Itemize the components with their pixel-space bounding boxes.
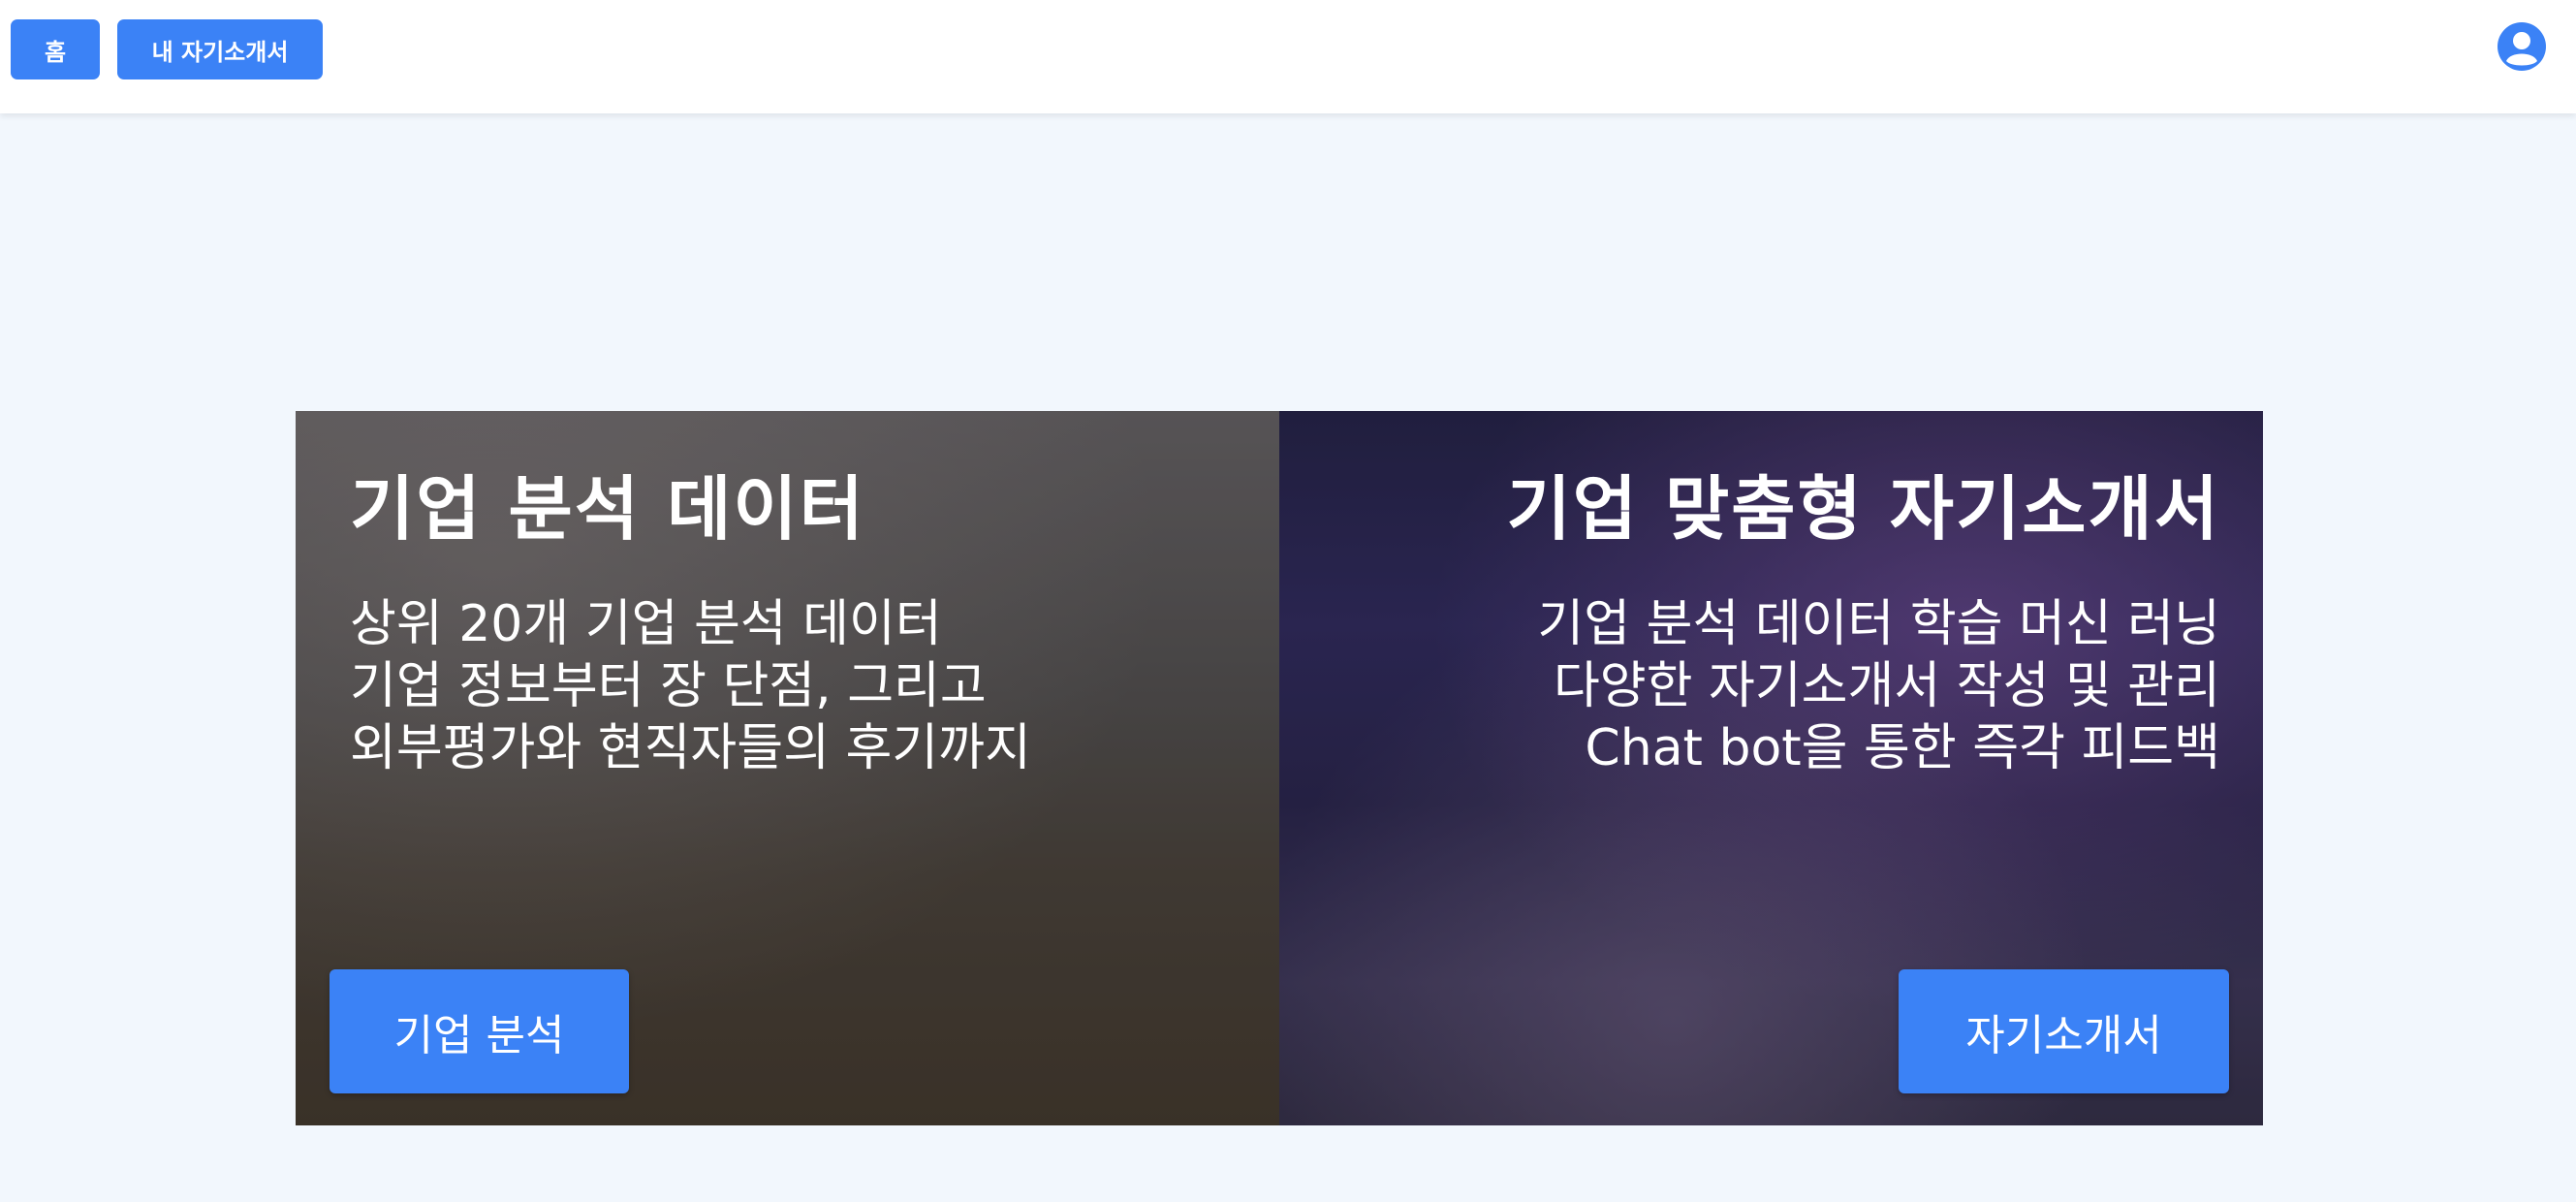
card-title: 기업 분석 데이터 <box>350 468 865 550</box>
company-analysis-card: 기업 분석 데이터 상위 20개 기업 분석 데이터 기업 정보부터 장 단점,… <box>296 411 1279 1125</box>
card-description-line: 기업 분석 데이터 학습 머신 러닝 <box>1537 595 2220 653</box>
my-essays-button[interactable]: 내 자기소개서 <box>117 19 323 79</box>
essay-button[interactable]: 자기소개서 <box>1899 969 2229 1093</box>
card-description: 상위 20개 기업 분석 데이터 기업 정보부터 장 단점, 그리고 외부평가와… <box>350 593 1031 779</box>
card-description-line: Chat bot을 통한 즉각 피드백 <box>1585 719 2220 777</box>
top-navigation-bar: 홈 내 자기소개서 <box>0 0 2576 113</box>
card-description: 기업 분석 데이터 학습 머신 러닝 다양한 자기소개서 작성 및 관리 Cha… <box>1537 593 2220 779</box>
card-title: 기업 맞춤형 자기소개서 <box>1506 468 2220 550</box>
home-button[interactable]: 홈 <box>11 19 100 79</box>
custom-essay-card: 기업 맞춤형 자기소개서 기업 분석 데이터 학습 머신 러닝 다양한 자기소개… <box>1279 411 2263 1125</box>
card-description-line: 상위 20개 기업 분석 데이터 <box>350 595 942 653</box>
card-description-line: 기업 정보부터 장 단점, 그리고 <box>350 657 987 715</box>
company-analysis-button[interactable]: 기업 분석 <box>330 969 629 1093</box>
user-profile-icon[interactable] <box>2497 21 2547 72</box>
card-description-line: 외부평가와 현직자들의 후기까지 <box>350 719 1031 777</box>
card-description-line: 다양한 자기소개서 작성 및 관리 <box>1553 657 2220 715</box>
